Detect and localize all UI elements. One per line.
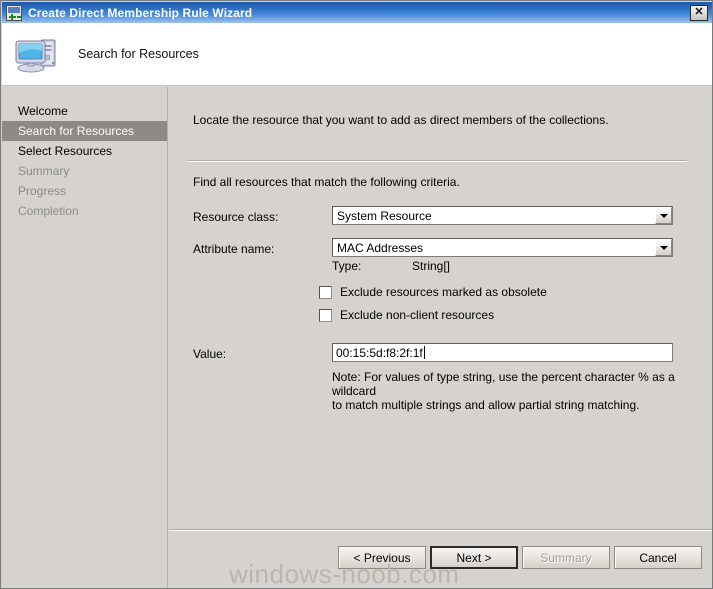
exclude-nonclient-row[interactable]: Exclude non-client resources xyxy=(319,308,494,322)
attribute-name-value: MAC Addresses xyxy=(337,240,424,255)
attribute-name-label: Attribute name: xyxy=(193,242,275,256)
value-input[interactable]: 00:15:5d:f8:2f:1f xyxy=(332,343,673,362)
note-text: Note: For values of type string, use the… xyxy=(332,370,692,412)
sidebar-item-progress[interactable]: Progress xyxy=(2,181,167,201)
resource-class-label: Resource class: xyxy=(193,210,279,224)
chevron-down-icon[interactable] xyxy=(655,239,672,256)
resource-class-value: System Resource xyxy=(337,208,432,223)
next-button[interactable]: Next > xyxy=(430,546,518,569)
button-bar: < Previous Next > Summary Cancel xyxy=(169,546,712,576)
button-bar-divider xyxy=(169,530,712,531)
page-header: Search for Resources xyxy=(2,23,712,86)
computer-icon xyxy=(14,33,60,75)
exclude-nonclient-checkbox[interactable] xyxy=(319,308,332,322)
section-divider-top xyxy=(187,161,687,162)
sidebar-item-summary[interactable]: Summary xyxy=(2,161,167,181)
exclude-obsolete-row[interactable]: Exclude resources marked as obsolete xyxy=(319,285,547,299)
attribute-name-combobox[interactable]: MAC Addresses xyxy=(332,238,673,257)
value-input-text: 00:15:5d:f8:2f:1f xyxy=(336,345,423,360)
title-bar: Create Direct Membership Rule Wizard ✕ xyxy=(2,2,712,23)
value-label: Value: xyxy=(193,347,227,361)
chevron-down-icon[interactable] xyxy=(655,207,672,224)
wizard-steps-sidebar: Welcome Search for Resources Select Reso… xyxy=(2,87,168,588)
previous-button[interactable]: < Previous xyxy=(338,546,426,569)
window-title: Create Direct Membership Rule Wizard xyxy=(28,5,253,20)
note-line-1: Note: For values of type string, use the… xyxy=(332,370,675,398)
sidebar-item-welcome[interactable]: Welcome xyxy=(2,101,167,121)
exclude-nonclient-label: Exclude non-client resources xyxy=(340,308,495,322)
note-line-2: to match multiple strings and allow part… xyxy=(332,398,640,412)
exclude-obsolete-checkbox[interactable] xyxy=(319,285,332,299)
text-cursor xyxy=(423,346,425,359)
type-value: String[] xyxy=(412,259,451,273)
sidebar-item-select-resources[interactable]: Select Resources xyxy=(2,141,167,161)
type-row: Type: String[] xyxy=(332,259,450,273)
exclude-obsolete-label: Exclude resources marked as obsolete xyxy=(340,285,547,299)
cancel-button[interactable]: Cancel xyxy=(614,546,702,569)
close-icon[interactable]: ✕ xyxy=(690,4,708,21)
criteria-text: Find all resources that match the follow… xyxy=(193,175,460,189)
type-label: Type: xyxy=(332,259,362,273)
page-title: Search for Resources xyxy=(78,47,199,61)
wizard-dialog: Create Direct Membership Rule Wizard ✕ S… xyxy=(0,0,713,589)
content-pane: Locate the resource that you want to add… xyxy=(169,87,712,588)
wizard-icon xyxy=(6,4,22,21)
sidebar-item-completion[interactable]: Completion xyxy=(2,201,167,221)
resource-class-combobox[interactable]: System Resource xyxy=(332,206,673,225)
intro-text: Locate the resource that you want to add… xyxy=(193,113,609,127)
summary-button: Summary xyxy=(522,546,610,569)
sidebar-item-search-for-resources[interactable]: Search for Resources xyxy=(2,121,167,141)
